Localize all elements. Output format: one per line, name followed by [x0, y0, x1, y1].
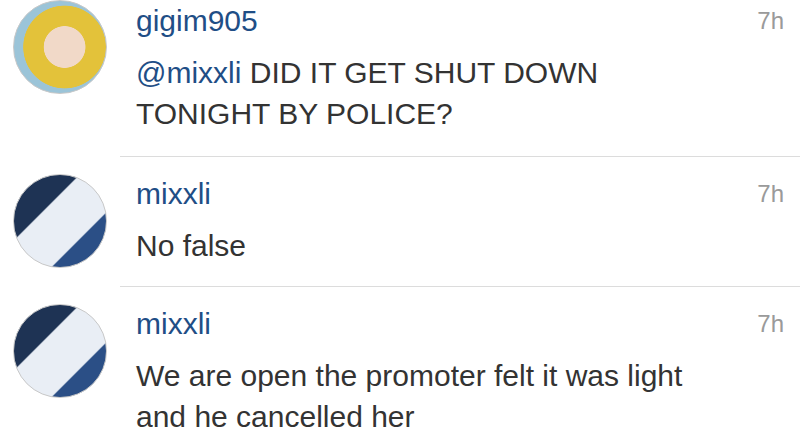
comment-row: gigim905 7h @mixxli DID IT GET SHUT DOWN T… — [0, 0, 800, 157]
comment-row: mixxli 7h We are open the promoter felt it… — [0, 287, 800, 448]
avatar[interactable] — [13, 0, 107, 94]
timestamp: 7h — [757, 305, 784, 343]
username[interactable]: mixxli — [136, 305, 211, 343]
comment-text: We are open the promoter felt it was lig… — [136, 355, 800, 437]
comment-text: @mixxli DID IT GET SHUT DOWN TONIGHT BY … — [136, 52, 800, 134]
username[interactable]: mixxli — [136, 175, 211, 213]
timestamp: 7h — [757, 2, 784, 40]
timestamp: 7h — [757, 175, 784, 213]
comment-body: gigim905 7h @mixxli DID IT GET SHUT DOWN T… — [120, 0, 800, 157]
comment-text: No false — [136, 225, 800, 266]
comment-body: mixxli 7h We are open the promoter felt it… — [120, 287, 800, 448]
comment-list: gigim905 7h @mixxli DID IT GET SHUT DOWN T… — [0, 0, 800, 448]
avatar[interactable] — [13, 304, 107, 398]
mention[interactable]: @mixxli — [136, 56, 241, 89]
avatar[interactable] — [13, 174, 107, 268]
username[interactable]: gigim905 — [136, 2, 258, 40]
comment-body: mixxli 7h No false — [120, 157, 800, 287]
comment-row: mixxli 7h No false — [0, 157, 800, 287]
